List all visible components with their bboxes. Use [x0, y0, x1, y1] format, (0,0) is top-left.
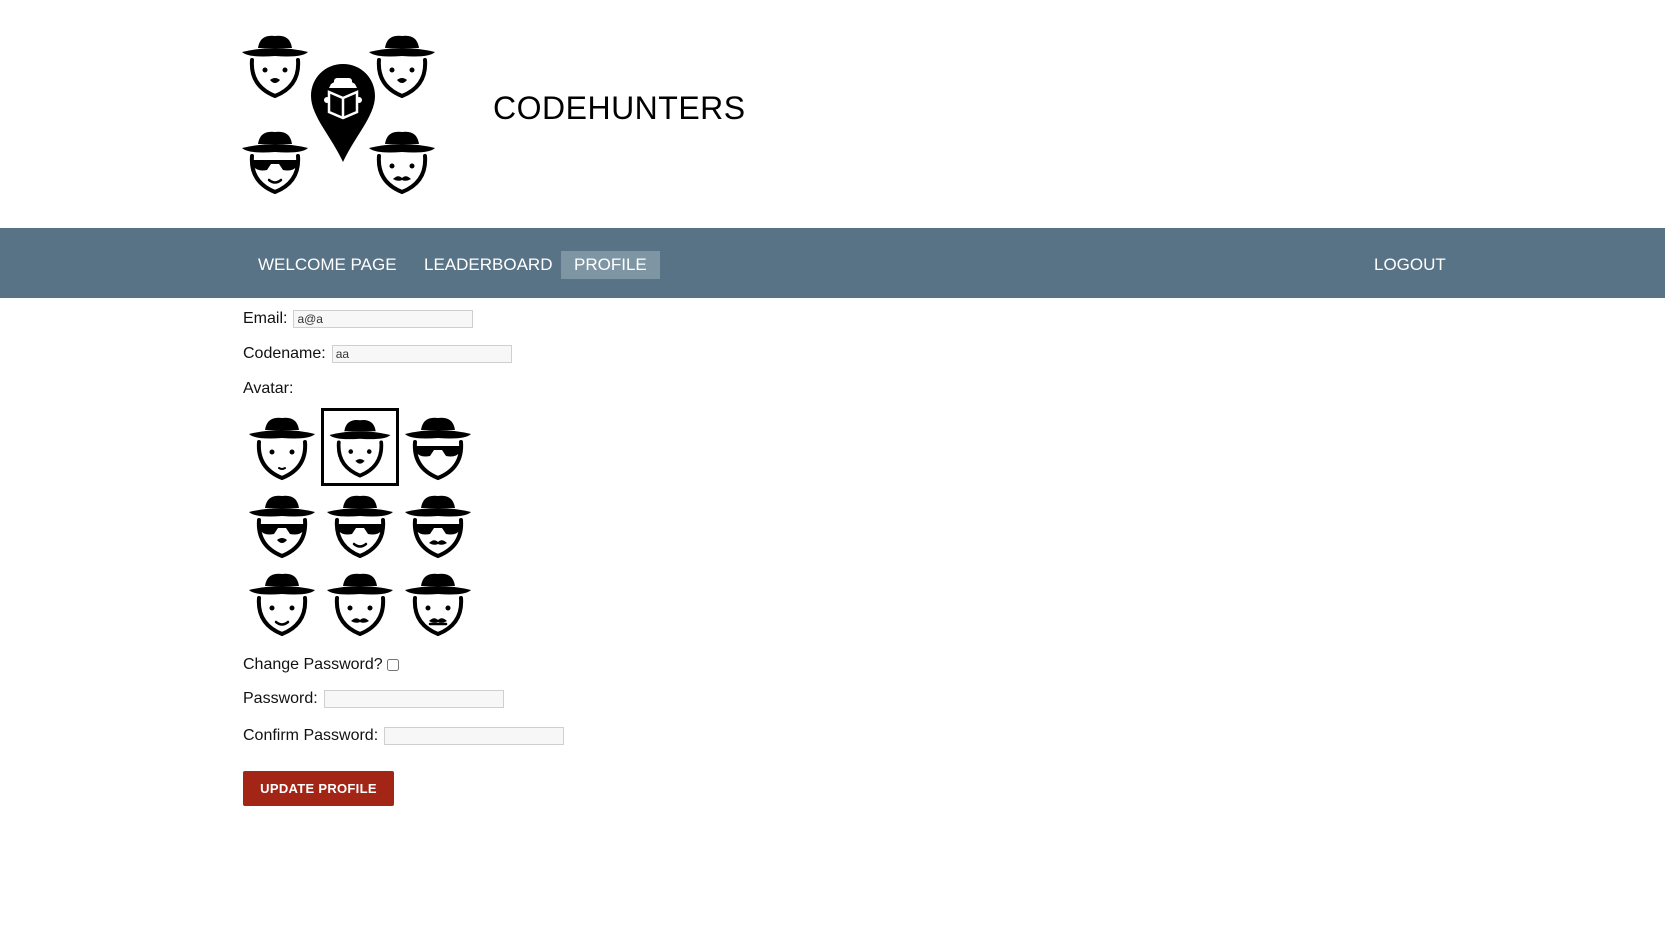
- password-field[interactable]: [323, 690, 504, 708]
- change-password-checkbox[interactable]: [386, 659, 399, 671]
- detective-sunglasses-nose-icon: [249, 495, 315, 559]
- detective-sunglasses-icon: [405, 417, 471, 481]
- change-password-label: Change Password?: [243, 656, 383, 673]
- email-field[interactable]: [293, 310, 474, 328]
- confirm-password-field[interactable]: [384, 727, 565, 745]
- detective-mustache-icon: [327, 573, 393, 637]
- avatar-option-9[interactable]: [399, 564, 477, 642]
- page-header: CODEHUNTERS: [0, 0, 1665, 228]
- codename-row: Codename:: [243, 345, 512, 363]
- avatar-grid: [243, 408, 483, 648]
- detective-plain-icon: [249, 417, 315, 481]
- detective-smile-icon: [249, 573, 315, 637]
- change-password-row: Change Password?: [243, 656, 399, 674]
- avatar-option-2[interactable]: [321, 408, 399, 486]
- avatar-option-4[interactable]: [243, 486, 321, 564]
- update-profile-button[interactable]: UPDATE PROFILE: [243, 771, 394, 806]
- nav-profile[interactable]: PROFILE: [561, 251, 660, 279]
- avatar-option-6[interactable]: [399, 486, 477, 564]
- logout-link[interactable]: LOGOUT: [1363, 251, 1457, 279]
- detective-frown-mustache-icon: [405, 573, 471, 637]
- codename-field[interactable]: [331, 345, 512, 363]
- codename-label: Codename:: [243, 345, 326, 362]
- avatar-option-5[interactable]: [321, 486, 399, 564]
- email-row: Email:: [243, 310, 474, 328]
- confirm-password-row: Confirm Password:: [243, 727, 565, 745]
- avatar-option-3[interactable]: [399, 408, 477, 486]
- detective-nose-icon: [329, 420, 391, 478]
- avatar-label-row: Avatar:: [243, 380, 299, 398]
- detective-sunglasses-mustache-icon: [405, 495, 471, 559]
- site-title: CODEHUNTERS: [493, 90, 746, 126]
- main-navbar: WELCOME PAGE LEADERBOARD PROFILE LOGOUT: [0, 228, 1665, 298]
- avatar-option-7[interactable]: [243, 564, 321, 642]
- nav-welcome-page[interactable]: WELCOME PAGE: [247, 251, 408, 279]
- nav-leaderboard[interactable]: LEADERBOARD: [413, 251, 563, 279]
- password-row: Password:: [243, 690, 504, 708]
- email-label: Email:: [243, 310, 288, 327]
- detective-map-pin-logo-icon: [242, 35, 435, 195]
- password-label: Password:: [243, 690, 318, 707]
- confirm-password-label: Confirm Password:: [243, 727, 379, 744]
- avatar-option-1[interactable]: [243, 408, 321, 486]
- avatar-label: Avatar:: [243, 380, 294, 397]
- detective-sunglasses-smile-icon: [327, 495, 393, 559]
- avatar-option-8[interactable]: [321, 564, 399, 642]
